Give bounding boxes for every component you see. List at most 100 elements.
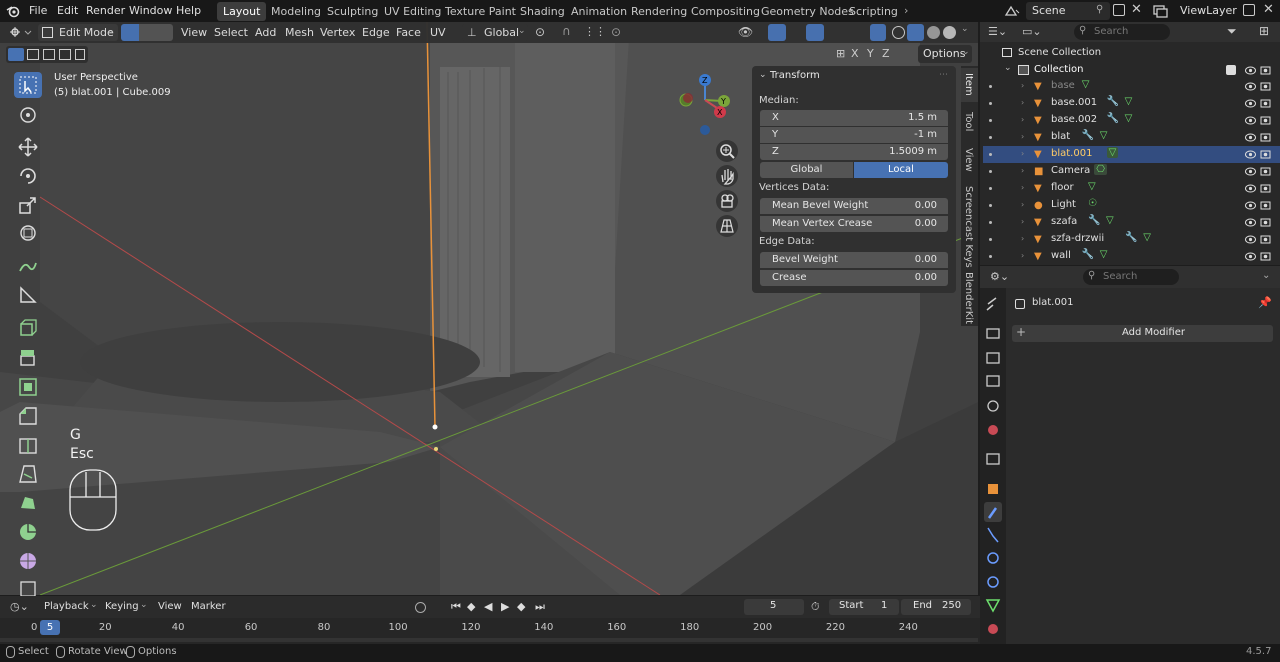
- add-cube-tool[interactable]: [14, 315, 42, 341]
- jump-start-icon[interactable]: ⏮: [451, 600, 461, 614]
- edge-select-mode-icon[interactable]: [139, 24, 156, 41]
- loop-cut-tool[interactable]: [14, 432, 42, 458]
- eye-icon[interactable]: [1245, 149, 1256, 159]
- play-reverse-icon[interactable]: ◀: [484, 600, 492, 613]
- snap-icon[interactable]: ∩: [562, 24, 571, 38]
- menu-face[interactable]: Face: [396, 24, 421, 42]
- select-new-icon[interactable]: [8, 48, 24, 61]
- menu-add[interactable]: Add: [255, 24, 276, 42]
- copy-scene-icon[interactable]: [1113, 4, 1125, 16]
- chevron-right-icon[interactable]: ›: [1021, 234, 1024, 243]
- close-scene-icon[interactable]: ✕: [1131, 2, 1142, 17]
- tab-modeling[interactable]: Modeling: [265, 2, 327, 21]
- chevron-right-icon[interactable]: ›: [1021, 251, 1024, 260]
- extrude-tool[interactable]: [14, 345, 42, 371]
- jump-end-icon[interactable]: ⏭: [535, 600, 545, 614]
- chevron-right-icon[interactable]: ›: [1021, 149, 1024, 158]
- eye-icon[interactable]: [1245, 234, 1256, 244]
- camera-icon[interactable]: [1260, 149, 1271, 159]
- measure-tool[interactable]: [14, 282, 42, 308]
- visibility-icon[interactable]: 👁: [738, 25, 753, 39]
- view-layer-icon[interactable]: [1152, 4, 1168, 18]
- solid-shading-icon[interactable]: [907, 24, 924, 41]
- new-collection-icon[interactable]: ⊞: [1259, 24, 1269, 38]
- outliner-row-base[interactable]: › ▼ base ▽: [983, 78, 1280, 95]
- wrench-icon[interactable]: 🔧: [1125, 232, 1137, 243]
- chevron-right-icon[interactable]: ›: [1021, 183, 1024, 192]
- overlay-toggle-icon[interactable]: [806, 24, 824, 41]
- camera-icon[interactable]: [1260, 200, 1271, 210]
- camera-icon[interactable]: [1260, 132, 1271, 142]
- outliner-row-collection[interactable]: ⌄ Collection: [983, 62, 1280, 79]
- editor-type-icon[interactable]: [8, 25, 32, 40]
- properties-editor-icon[interactable]: ⚙⌄: [990, 270, 1009, 283]
- chevron-right-icon[interactable]: ›: [1021, 166, 1024, 175]
- grid-perspective-icon[interactable]: [716, 215, 738, 237]
- bevel-weight-field[interactable]: Bevel Weight 0.00: [760, 252, 948, 268]
- mesh-data-icon[interactable]: ▽: [1100, 130, 1108, 141]
- mode-selector[interactable]: Edit Mode ⌄: [38, 24, 118, 41]
- timeline-menu-view[interactable]: View: [158, 601, 182, 612]
- stopwatch-icon[interactable]: ⏱: [811, 600, 820, 614]
- chevron-down-icon[interactable]: ⌄: [1262, 270, 1270, 281]
- current-frame-field[interactable]: 5: [744, 599, 804, 615]
- local-toggle[interactable]: Local: [854, 162, 948, 178]
- prev-keyframe-icon[interactable]: ◆: [467, 600, 475, 613]
- camera-icon[interactable]: [1260, 81, 1271, 91]
- menu-select[interactable]: Select: [214, 24, 248, 42]
- outliner-row-floor[interactable]: › ▼ floor ▽: [983, 180, 1280, 197]
- navigation-gizmo[interactable]: Z Y X: [670, 72, 740, 137]
- outliner-row-scene-collection[interactable]: Scene Collection: [983, 45, 1280, 62]
- outliner-editor-icon[interactable]: ☰⌄: [988, 25, 1007, 38]
- camera-icon[interactable]: [1260, 115, 1271, 125]
- camera-icon[interactable]: [1260, 251, 1271, 261]
- chevron-right-icon[interactable]: ›: [1021, 217, 1024, 226]
- rendered-shading-icon[interactable]: [943, 26, 956, 39]
- poly-build-tool[interactable]: [14, 490, 42, 516]
- select-extend-icon[interactable]: [27, 49, 39, 60]
- timeline-scrollbar[interactable]: [0, 638, 978, 642]
- mean-bevel-weight-field[interactable]: Mean Bevel Weight 0.00: [760, 198, 948, 214]
- tab-scripting[interactable]: Scripting: [843, 2, 904, 21]
- tab-uv-editing[interactable]: UV Editing: [378, 2, 447, 21]
- next-keyframe-icon[interactable]: ◆: [517, 600, 525, 613]
- face-select-mode-icon[interactable]: [156, 24, 173, 41]
- gizmo-toggle-icon[interactable]: [768, 24, 786, 41]
- pin-icon[interactable]: 📌: [1258, 296, 1272, 309]
- chevron-right-icon[interactable]: ›: [1021, 115, 1024, 124]
- transform-orientation-selector[interactable]: ⊥ Global ⌄: [462, 24, 528, 41]
- select-subtract-icon[interactable]: [43, 49, 55, 60]
- timeline-menu-marker[interactable]: Marker: [191, 601, 226, 612]
- vertex-select-mode-icon[interactable]: [121, 24, 139, 41]
- eye-icon[interactable]: [1245, 81, 1256, 91]
- mesh-data-icon[interactable]: ▽: [1106, 215, 1114, 226]
- eye-icon[interactable]: [1245, 132, 1256, 142]
- display-mode-icon[interactable]: ▭⌄: [1022, 25, 1042, 38]
- eye-icon[interactable]: [1245, 65, 1256, 75]
- camera-icon[interactable]: [1260, 234, 1271, 244]
- outliner-row-blat[interactable]: › ▼ blat 🔧 ▽: [983, 129, 1280, 146]
- chevron-down-icon[interactable]: ⌄: [1004, 63, 1012, 73]
- global-toggle[interactable]: Global: [760, 162, 853, 178]
- cursor-tool[interactable]: [14, 102, 42, 128]
- playhead[interactable]: 5: [40, 620, 60, 635]
- timeline-menu-keying[interactable]: Keying: [105, 601, 139, 612]
- chevron-right-icon[interactable]: ›: [1021, 81, 1024, 90]
- select-intersect-icon[interactable]: [75, 49, 85, 60]
- tab-compositing[interactable]: Compositing: [685, 2, 766, 21]
- checkbox-icon[interactable]: [1226, 65, 1236, 75]
- drag-handle-icon[interactable]: ⋯: [939, 70, 948, 80]
- chevron-right-icon[interactable]: ›: [904, 4, 908, 17]
- snap-target-icon[interactable]: ⋮⋮: [584, 25, 606, 38]
- select-box-tool[interactable]: [14, 72, 42, 98]
- mesh-data-icon[interactable]: ▽: [1125, 113, 1133, 124]
- select-invert-icon[interactable]: [59, 49, 71, 60]
- tab-shading[interactable]: Shading: [514, 2, 571, 21]
- menu-vertex[interactable]: Vertex: [320, 24, 355, 42]
- eye-icon[interactable]: [1245, 98, 1256, 108]
- properties-search[interactable]: ⚲ Search: [1083, 269, 1179, 285]
- menu-view[interactable]: View: [181, 24, 207, 42]
- annotate-tool[interactable]: [14, 254, 42, 280]
- pan-hand-icon[interactable]: [716, 165, 738, 187]
- outliner-row-camera[interactable]: › ■ Camera ⎔: [983, 163, 1280, 180]
